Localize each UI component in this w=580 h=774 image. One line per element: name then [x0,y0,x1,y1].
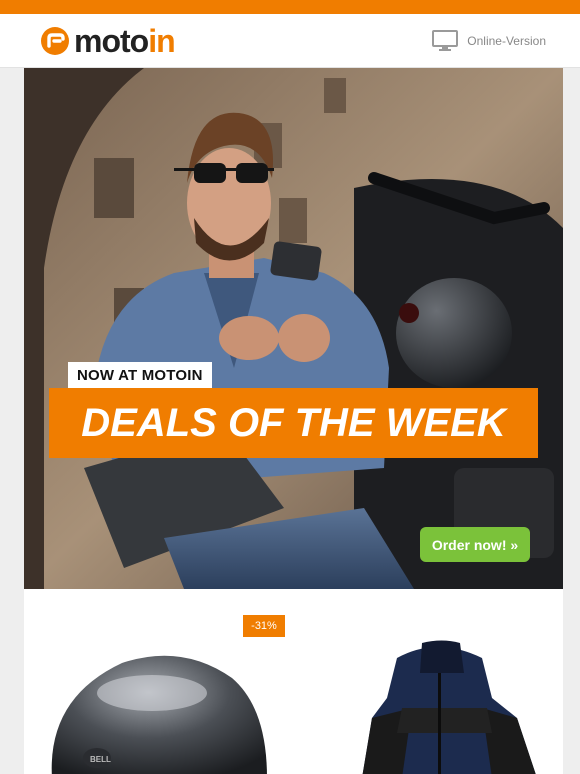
logo-moto-text: moto [74,23,149,59]
hero-banner[interactable]: NOW AT MOTOIN DEALS OF THE WEEK Order no… [24,68,563,589]
helmet-product-image[interactable]: BELL [42,638,272,774]
top-accent-bar [0,0,580,14]
hero-photo [24,68,563,589]
email-header: motoin Online-Version [0,14,580,68]
svg-text:BELL: BELL [90,755,111,764]
jacket-product-image[interactable] [342,638,542,774]
deals-of-the-week-banner: DEALS OF THE WEEK [49,388,538,458]
email-content: NOW AT MOTOIN DEALS OF THE WEEK Order no… [24,68,563,774]
monitor-icon [432,30,459,51]
deals-headline: DEALS OF THE WEEK [81,400,506,445]
logo-in-text: in [148,23,175,59]
online-version-label: Online-Version [467,34,546,48]
online-version-link[interactable]: Online-Version [432,30,546,52]
now-at-motoin-tag: NOW AT MOTOIN [68,362,212,389]
motoin-logo-icon [41,27,69,55]
motoin-logo[interactable]: motoin [40,23,176,59]
discount-badge: -31% [243,615,285,637]
order-now-button[interactable]: Order now! » [420,527,530,562]
logo-wordmark: motoin [74,23,176,59]
